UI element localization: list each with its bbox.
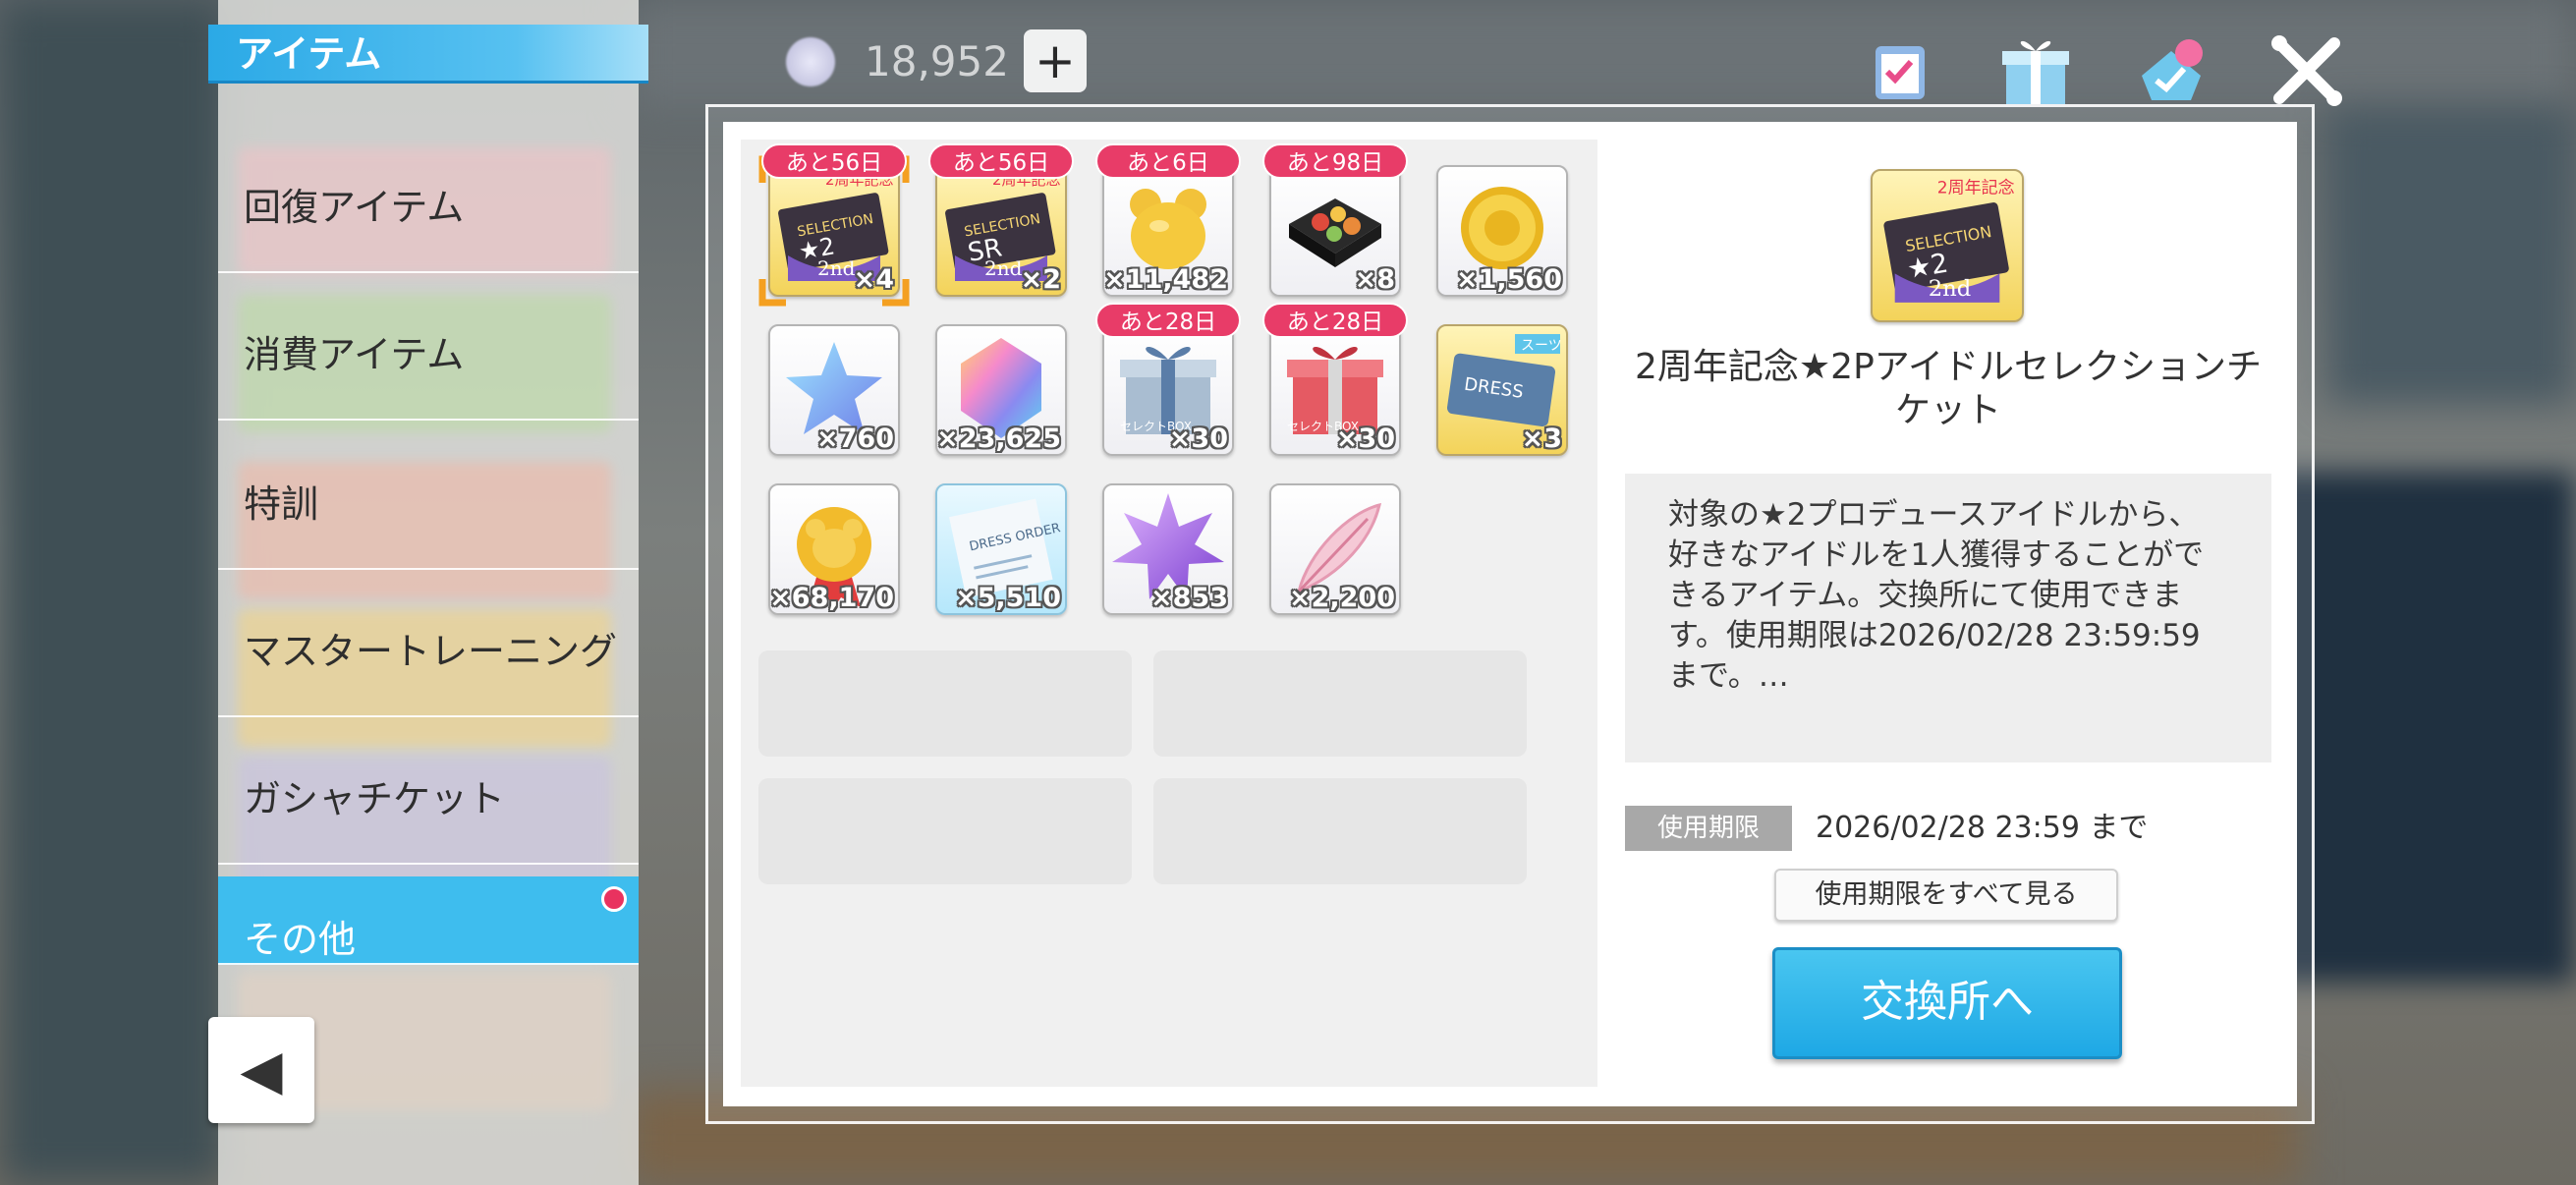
item-count: ×2 [1020, 264, 1061, 295]
go-to-exchange-button[interactable]: 交換所へ [1772, 947, 2122, 1059]
item-count: ×11,482 [1103, 264, 1228, 295]
selection-ticket-icon: 2周年記念 SELECTION ★2 2nd [1883, 178, 2015, 303]
item-cell[interactable]: ×1,560 [1436, 165, 1568, 297]
sidebar-item-consumable[interactable]: 消費アイテム [218, 283, 639, 421]
notification-dot [601, 886, 627, 912]
item-count: ×4 [853, 264, 894, 295]
item-cell[interactable]: セレクトBOX あと28日 ×30 [1262, 303, 1408, 456]
expiry-badge: あと56日 [928, 143, 1074, 179]
expiry-label: 使用期限 [1625, 806, 1792, 851]
empty-slot-placeholder [758, 778, 1132, 884]
sidebar-item-label: ガシャチケット [244, 776, 506, 820]
sidebar-item-other[interactable]: その他 [218, 876, 639, 965]
item-count: ×853 [1150, 583, 1228, 613]
mission-icon[interactable] [1859, 29, 1941, 112]
svg-text:2nd: 2nd [817, 256, 856, 280]
background-shelf [2328, 108, 2574, 403]
empty-slot-placeholder [758, 650, 1132, 757]
item-cell[interactable]: ×760 [768, 324, 900, 456]
item-cell[interactable]: ×23,625 [935, 324, 1067, 456]
sidebar-item-training[interactable]: 特訓 [218, 432, 639, 570]
sidebar-item-master-training[interactable]: マスタートレーニング [218, 580, 639, 717]
expiry-badge: あと28日 [1262, 303, 1408, 338]
background-left-wall [0, 0, 226, 1185]
item-count: ×1,560 [1455, 264, 1562, 295]
item-count: ×30 [1168, 423, 1228, 454]
item-cell[interactable]: セレクトBOX あと28日 ×30 [1095, 303, 1241, 456]
expiry-badge: あと28日 [1095, 303, 1241, 338]
empty-slot-placeholder [1153, 650, 1527, 757]
sidebar-item-recovery[interactable]: 回復アイテム [218, 136, 639, 273]
category-title: アイテム [208, 25, 648, 84]
sidebar-item-label: 回復アイテム [244, 185, 465, 229]
item-cell[interactable]: あと98日 ×8 [1262, 143, 1408, 297]
expiry-badge: あと56日 [761, 143, 907, 179]
back-arrow-icon: ◀ [240, 1038, 283, 1102]
item-count: ×8 [1354, 264, 1395, 295]
item-count: ×5,510 [954, 583, 1061, 613]
expiry-badge: あと6日 [1095, 143, 1241, 179]
expiry-badge: あと98日 [1262, 143, 1408, 179]
item-cell[interactable]: ×853 [1102, 483, 1234, 615]
item-cell[interactable]: ×2,200 [1269, 483, 1401, 615]
present-icon[interactable] [1994, 29, 2077, 112]
sidebar-item-label: 消費アイテム [244, 332, 465, 376]
back-button[interactable]: ◀ [208, 1017, 314, 1123]
item-count: ×30 [1335, 423, 1395, 454]
svg-text:2周年記念: 2周年記念 [1937, 178, 2015, 198]
item-description: 対象の★2プロデュースアイドルから、好きなアイドルを1人獲得することができるアイ… [1625, 474, 2271, 762]
svg-text:2nd: 2nd [984, 256, 1023, 280]
selected-item-icon: 2周年記念 SELECTION ★2 2nd [1871, 169, 2024, 322]
tools-icon[interactable] [2266, 29, 2348, 112]
sidebar-item-label: 特訓 [244, 481, 319, 526]
item-cell[interactable]: ×68,170 [768, 483, 900, 615]
item-count: ×3 [1521, 423, 1562, 454]
sidebar-item-gacha-ticket[interactable]: ガシャチケット [218, 727, 639, 865]
add-currency-button[interactable]: + [1024, 29, 1087, 92]
currency-value: 18,952 [865, 37, 1009, 85]
item-cell[interactable]: 2周年記念 SELECTION SR 2nd あと56日 ×2 [928, 143, 1074, 297]
item-count: ×68,170 [769, 583, 894, 613]
item-count: ×2,200 [1288, 583, 1395, 613]
item-cell[interactable]: DRESS ORDER ×5,510 [935, 483, 1067, 615]
item-count: ×23,625 [936, 423, 1061, 454]
sidebar-item-label: その他 [244, 918, 357, 961]
expiry-value: 2026/02/28 23:59 まで [1816, 811, 2149, 845]
sidebar-item-label: マスタートレーニング [244, 629, 618, 673]
item-title: 2周年記念★2Pアイドルセレクションチケット [1635, 347, 2262, 430]
currency-icon [786, 37, 835, 86]
item-cell[interactable]: 2周年記念 SELECTION ★2 2nd あと56日 ×4 [758, 143, 910, 307]
friend-icon[interactable] [2130, 29, 2212, 112]
see-all-expiry-button[interactable]: 使用期限をすべて見る [1774, 869, 2118, 922]
item-cell[interactable]: スーツ DRESS ×3 [1436, 324, 1568, 456]
svg-text:2nd: 2nd [1929, 276, 1972, 302]
svg-text:スーツ: スーツ [1521, 338, 1562, 354]
empty-slot-placeholder [1153, 778, 1527, 884]
item-cell[interactable]: あと6日 ×11,482 [1095, 143, 1241, 297]
item-count: ×760 [816, 423, 894, 454]
